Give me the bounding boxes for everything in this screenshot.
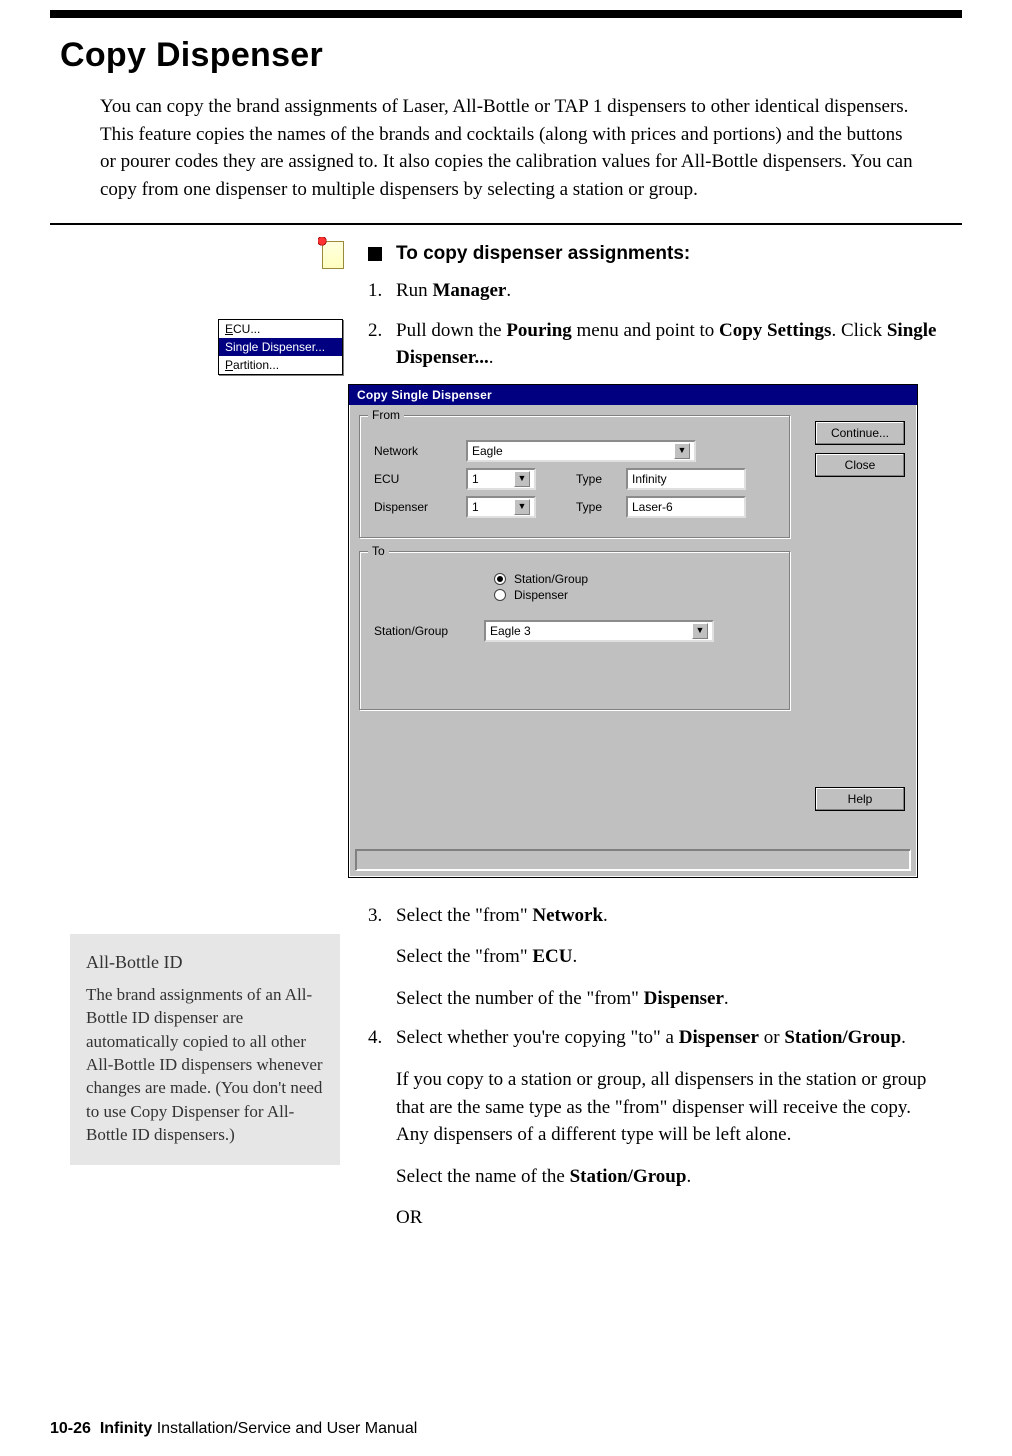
dialog-statusbar xyxy=(355,849,911,871)
label-network: Network xyxy=(374,444,456,458)
combo-ecu-value: 1 xyxy=(472,472,479,486)
top-bar xyxy=(50,10,962,18)
page-footer: 10-26 Infinity Installation/Service and … xyxy=(50,1420,417,1438)
step-4: Select whether you're copying "to" a Dis… xyxy=(396,1024,942,1231)
groupbox-from: From Network Eagle ▼ ECU 1 xyxy=(359,415,791,539)
value-ecu-type: Infinity xyxy=(626,468,746,490)
sticky-note-icon xyxy=(322,241,344,269)
label-dispenser-type: Type xyxy=(576,500,616,514)
label-dispenser: Dispenser xyxy=(374,500,456,514)
radio-icon[interactable] xyxy=(494,589,506,601)
groupbox-to: To Station/Group Dispenser Station/Group xyxy=(359,551,791,711)
radio-dispenser[interactable]: Dispenser xyxy=(494,588,776,602)
step-4a: If you copy to a station or group, all d… xyxy=(396,1066,942,1149)
chevron-down-icon[interactable]: ▼ xyxy=(514,471,530,487)
intro-paragraph: You can copy the brand assignments of La… xyxy=(100,93,922,203)
task-heading-text: To copy dispenser assignments: xyxy=(396,243,690,265)
close-button[interactable]: Close xyxy=(815,453,905,477)
sidebar-note-title: All-Bottle ID xyxy=(86,950,324,975)
radio-station-group-label: Station/Group xyxy=(514,572,588,586)
bullet-square-icon xyxy=(368,247,382,261)
value-dispenser-type: Laser-6 xyxy=(626,496,746,518)
combo-station-group-value: Eagle 3 xyxy=(490,624,531,638)
radio-icon[interactable] xyxy=(494,573,506,585)
help-button[interactable]: Help xyxy=(815,787,905,811)
groupbox-to-legend: To xyxy=(368,544,389,558)
combo-dispenser-value: 1 xyxy=(472,500,479,514)
groupbox-from-legend: From xyxy=(368,408,404,422)
radio-station-group[interactable]: Station/Group xyxy=(494,572,776,586)
radio-dispenser-label: Dispenser xyxy=(514,588,568,602)
continue-button[interactable]: Continue... xyxy=(815,421,905,445)
label-ecu: ECU xyxy=(374,472,456,486)
step-3b: Select the number of the "from" Dispense… xyxy=(396,985,942,1013)
label-ecu-type: Type xyxy=(576,472,616,486)
divider xyxy=(50,223,962,225)
combo-network-value: Eagle xyxy=(472,444,503,458)
menu-popup: ECU... Single Dispenser... Partition... xyxy=(218,319,343,375)
chevron-down-icon[interactable]: ▼ xyxy=(674,443,690,459)
combo-ecu[interactable]: 1 ▼ xyxy=(466,468,536,490)
menu-item-ecu[interactable]: ECU... xyxy=(219,320,342,338)
menu-item-single-dispenser[interactable]: Single Dispenser... xyxy=(219,338,342,356)
combo-dispenser[interactable]: 1 ▼ xyxy=(466,496,536,518)
step-1: Run Manager. xyxy=(396,277,942,305)
sidebar-note-body: The brand assignments of an All-Bottle I… xyxy=(86,983,324,1147)
dialog-title: Copy Single Dispenser xyxy=(349,385,917,405)
step-3a: Select the "from" ECU. xyxy=(396,943,942,971)
page-title: Copy Dispenser xyxy=(60,36,962,75)
sidebar-note: All-Bottle ID The brand assignments of a… xyxy=(70,934,340,1165)
step-4c: OR xyxy=(396,1204,942,1232)
chevron-down-icon[interactable]: ▼ xyxy=(692,623,708,639)
dialog-copy-single-dispenser: Copy Single Dispenser Continue... Close … xyxy=(348,384,918,878)
combo-station-group[interactable]: Eagle 3 ▼ xyxy=(484,620,714,642)
step-2: Pull down the Pouring menu and point to … xyxy=(396,317,942,372)
chevron-down-icon[interactable]: ▼ xyxy=(514,499,530,515)
combo-network[interactable]: Eagle ▼ xyxy=(466,440,696,462)
menu-item-partition[interactable]: Partition... xyxy=(219,356,342,374)
step-3: Select the "from" Network. Select the "f… xyxy=(396,902,942,1013)
label-station-group: Station/Group xyxy=(374,624,474,638)
task-heading: To copy dispenser assignments: xyxy=(368,243,942,265)
step-4b: Select the name of the Station/Group. xyxy=(396,1163,942,1191)
